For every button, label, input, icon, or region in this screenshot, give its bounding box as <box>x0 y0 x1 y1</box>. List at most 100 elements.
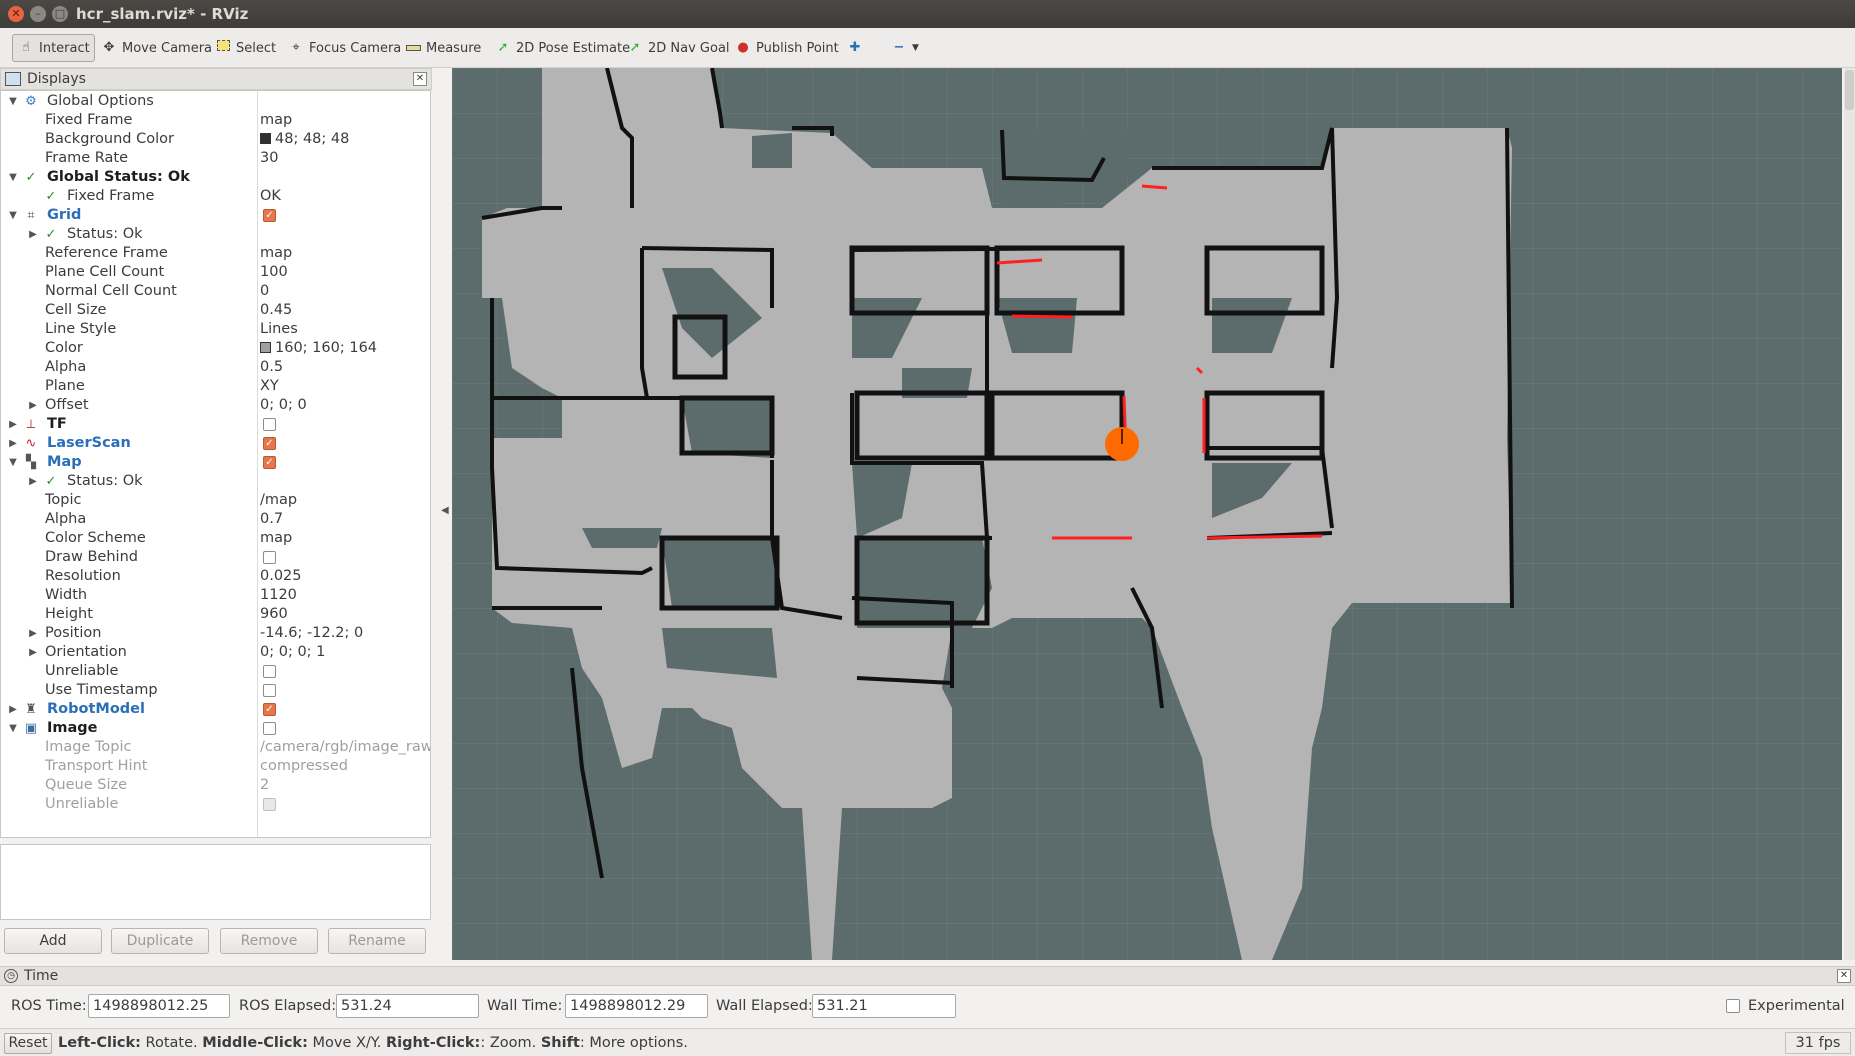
wall-elapsed-field[interactable]: 531.21 <box>812 994 956 1018</box>
tree-row-grid-alpha[interactable]: Alpha 0.5 <box>1 358 430 377</box>
unreliable-checkbox[interactable] <box>263 665 276 678</box>
close-window-button[interactable]: ✕ <box>8 6 24 22</box>
publish-point-tool-button[interactable]: ● Publish Point <box>730 34 843 62</box>
tree-row-fixed-frame-status[interactable]: ✓ Fixed Frame OK <box>1 187 430 206</box>
chevron-right-icon[interactable]: ▶ <box>27 225 39 244</box>
chevron-right-icon[interactable]: ▶ <box>7 434 19 453</box>
maximize-window-button[interactable]: □ <box>52 6 68 22</box>
map-enabled-checkbox[interactable]: ✓ <box>263 456 276 469</box>
chevron-right-icon[interactable]: ▶ <box>7 415 19 434</box>
tree-row-laserscan[interactable]: ▶ ∿ LaserScan ✓ <box>1 434 430 453</box>
tree-row-map-status[interactable]: ▶ ✓ Status: Ok <box>1 472 430 491</box>
tree-row-background-color[interactable]: Background Color 48; 48; 48 <box>1 130 430 149</box>
laser-scan-icon: ∿ <box>25 436 37 451</box>
tree-row-image-unreliable[interactable]: Unreliable <box>1 795 430 814</box>
ros-elapsed-field[interactable]: 531.24 <box>336 994 479 1018</box>
tree-row-global-status[interactable]: ▼ ✓ Global Status: Ok <box>1 168 430 187</box>
add-display-button[interactable]: Add <box>4 928 102 954</box>
reset-button[interactable]: Reset <box>4 1033 52 1054</box>
laserscan-enabled-checkbox[interactable]: ✓ <box>263 437 276 450</box>
collapse-left-panel-icon[interactable]: ◀ <box>441 505 449 516</box>
2d-pose-estimate-tool-button[interactable]: ➚ 2D Pose Estimate <box>490 34 634 62</box>
checkmark-icon: ✓ <box>45 474 57 489</box>
tree-row-offset[interactable]: ▶ Offset 0; 0; 0 <box>1 396 430 415</box>
tree-row-plane[interactable]: Plane XY <box>1 377 430 396</box>
close-icon[interactable]: ✕ <box>413 72 427 86</box>
ros-time-label: ROS Time: <box>11 998 87 1014</box>
minimize-window-button[interactable]: – <box>30 6 46 22</box>
scrollbar-thumb[interactable] <box>1845 70 1854 110</box>
chevron-down-icon[interactable]: ▼ <box>7 453 19 472</box>
chevron-right-icon[interactable]: ▶ <box>27 624 39 643</box>
tree-row-grid-color[interactable]: Color 160; 160; 164 <box>1 339 430 358</box>
tree-row-cell-size[interactable]: Cell Size 0.45 <box>1 301 430 320</box>
tree-row-height[interactable]: Height 960 <box>1 605 430 624</box>
image-unreliable-checkbox[interactable] <box>263 798 276 811</box>
tree-row-plane-cell-count[interactable]: Plane Cell Count 100 <box>1 263 430 282</box>
tree-row-draw-behind[interactable]: Draw Behind <box>1 548 430 567</box>
tree-row-map[interactable]: ▼ ▚ Map ✓ <box>1 453 430 472</box>
interact-tool-button[interactable]: ☝ Interact <box>12 34 95 62</box>
use-timestamp-checkbox[interactable] <box>263 684 276 697</box>
tf-enabled-checkbox[interactable] <box>263 418 276 431</box>
tree-row-width[interactable]: Width 1120 <box>1 586 430 605</box>
chevron-right-icon[interactable]: ▶ <box>7 700 19 719</box>
tree-row-queue-size[interactable]: Queue Size 2 <box>1 776 430 795</box>
rename-display-button[interactable]: Rename <box>328 928 426 954</box>
tree-row-resolution[interactable]: Resolution 0.025 <box>1 567 430 586</box>
remove-display-button[interactable]: Remove <box>220 928 318 954</box>
tree-row-use-timestamp[interactable]: Use Timestamp <box>1 681 430 700</box>
tree-row-map-alpha[interactable]: Alpha 0.7 <box>1 510 430 529</box>
tree-row-unreliable[interactable]: Unreliable <box>1 662 430 681</box>
chevron-down-icon[interactable]: ▼ <box>7 92 19 111</box>
select-tool-button[interactable]: Select <box>210 34 280 62</box>
tree-row-image-topic[interactable]: Image Topic /camera/rgb/image_raw <box>1 738 430 757</box>
chevron-right-icon[interactable]: ▶ <box>27 396 39 415</box>
grid-enabled-checkbox[interactable]: ✓ <box>263 209 276 222</box>
tree-row-line-style[interactable]: Line Style Lines <box>1 320 430 339</box>
tree-row-orientation[interactable]: ▶ Orientation 0; 0; 0; 1 <box>1 643 430 662</box>
tree-row-transport-hint[interactable]: Transport Hint compressed <box>1 757 430 776</box>
right-panel-scrollbar[interactable] <box>1844 68 1855 960</box>
measure-tool-button[interactable]: Measure <box>400 34 485 62</box>
draw-behind-checkbox[interactable] <box>263 551 276 564</box>
chevron-down-icon[interactable]: ▼ <box>7 719 19 738</box>
tree-row-grid[interactable]: ▼ ⌗ Grid ✓ <box>1 206 430 225</box>
chevron-down-icon[interactable]: ▼ <box>7 206 19 225</box>
robotmodel-enabled-checkbox[interactable]: ✓ <box>263 703 276 716</box>
close-icon[interactable]: ✕ <box>1837 969 1851 983</box>
duplicate-display-button[interactable]: Duplicate <box>111 928 209 954</box>
image-enabled-checkbox[interactable] <box>263 722 276 735</box>
occupancy-map-canvas[interactable] <box>452 68 1842 960</box>
experimental-label: Experimental <box>1748 998 1845 1014</box>
tree-row-color-scheme[interactable]: Color Scheme map <box>1 529 430 548</box>
2d-nav-goal-tool-button[interactable]: ➚ 2D Nav Goal <box>622 34 734 62</box>
ros-time-field[interactable]: 1498898012.25 <box>88 994 230 1018</box>
tree-row-tf[interactable]: ▶ ⟂ TF <box>1 415 430 434</box>
tree-row-robotmodel[interactable]: ▶ ♜ RobotModel ✓ <box>1 700 430 719</box>
tree-row-grid-status[interactable]: ▶ ✓ Status: Ok <box>1 225 430 244</box>
chevron-down-icon[interactable]: ▼ <box>7 168 19 187</box>
tree-row-global-options[interactable]: ▼ ⚙ Global Options <box>1 92 430 111</box>
tree-row-frame-rate[interactable]: Frame Rate 30 <box>1 149 430 168</box>
focus-camera-tool-button[interactable]: ⌖ Focus Camera <box>283 34 405 62</box>
chevron-right-icon[interactable]: ▶ <box>27 472 39 491</box>
add-tool-button[interactable]: ✚ <box>842 34 872 62</box>
chevron-right-icon[interactable]: ▶ <box>27 643 39 662</box>
color-swatch <box>260 133 271 144</box>
tree-row-image[interactable]: ▼ ▣ Image <box>1 719 430 738</box>
checkmark-icon: ✓ <box>45 189 57 204</box>
checkmark-icon: ✓ <box>25 170 37 185</box>
experimental-checkbox[interactable] <box>1726 999 1740 1013</box>
checkmark-icon: ✓ <box>45 227 57 242</box>
tree-row-position[interactable]: ▶ Position -14.6; -12.2; 0 <box>1 624 430 643</box>
move-camera-tool-button[interactable]: ✥ Move Camera <box>96 34 216 62</box>
wall-time-field[interactable]: 1498898012.29 <box>565 994 708 1018</box>
tree-row-reference-frame[interactable]: Reference Frame map <box>1 244 430 263</box>
tree-row-topic[interactable]: Topic /map <box>1 491 430 510</box>
tree-row-fixed-frame[interactable]: Fixed Frame map <box>1 111 430 130</box>
tree-row-normal-cell-count[interactable]: Normal Cell Count 0 <box>1 282 430 301</box>
plus-icon: ✚ <box>849 40 861 55</box>
3d-render-view[interactable] <box>452 68 1842 960</box>
remove-tool-menu-button[interactable]: − ▼ <box>886 34 923 62</box>
